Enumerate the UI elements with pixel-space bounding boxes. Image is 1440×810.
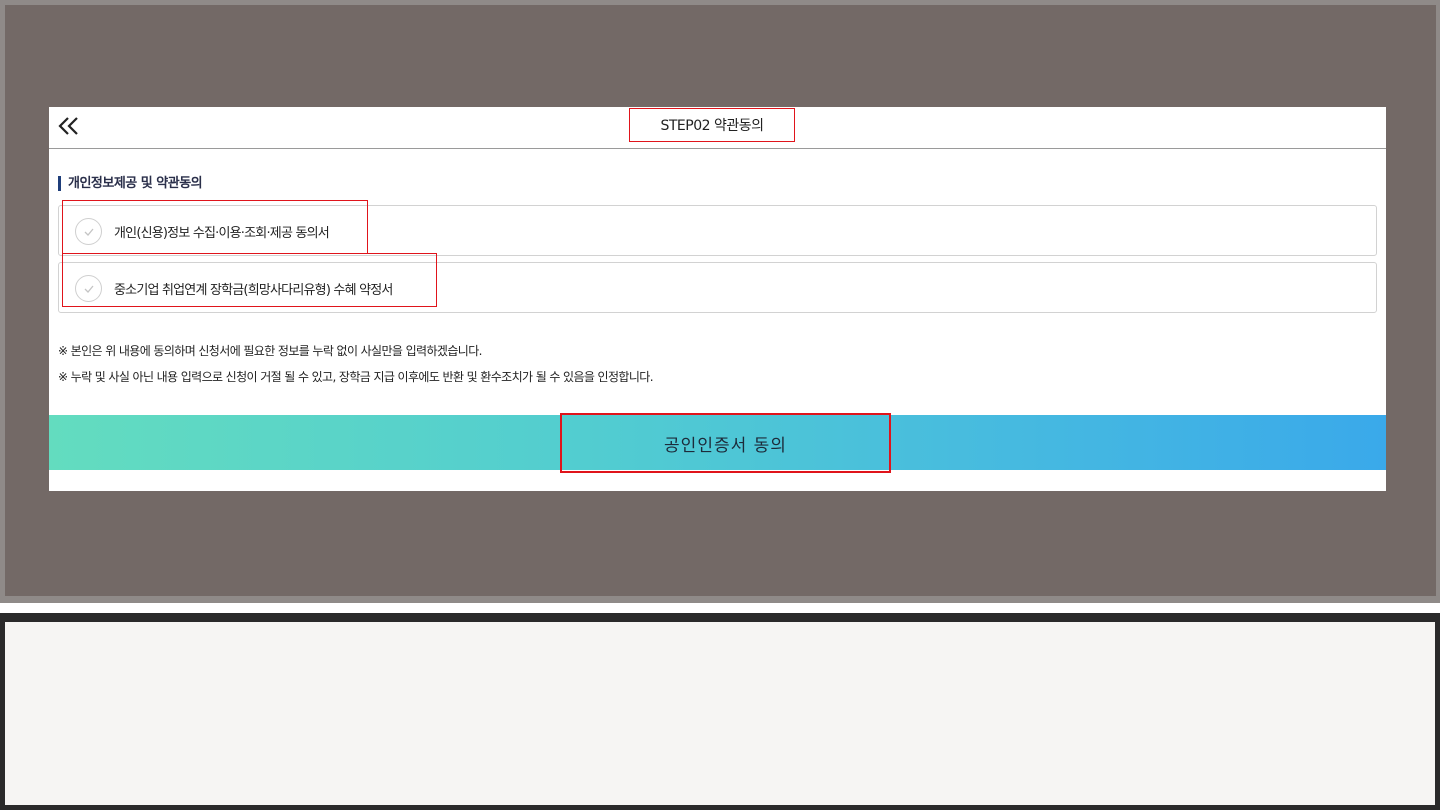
notice-line: ※ 본인은 위 내용에 동의하며 신청서에 필요한 정보를 누락 없이 사실만을… bbox=[58, 344, 482, 358]
agreement-label: 중소기업 취업연계 장학금(희망사다리유형) 수혜 약정서 bbox=[114, 283, 393, 298]
page-title: STEP02 약관동의 bbox=[629, 108, 795, 142]
double-chevron-left-icon[interactable] bbox=[57, 115, 81, 137]
checkmark-icon[interactable] bbox=[75, 218, 102, 245]
dialog-header: STEP02 약관동의 bbox=[49, 107, 1386, 149]
notice-line: ※ 누락 및 사실 아닌 내용 입력으로 신청이 거절 될 수 있고, 장학금 … bbox=[58, 370, 654, 384]
agreement-item-personal-info[interactable]: 개인(신용)정보 수집·이용·조회·제공 동의서 bbox=[58, 205, 1377, 256]
bottom-panel-content bbox=[5, 622, 1435, 805]
agree-bar: 공인인증서 동의 bbox=[49, 413, 1386, 473]
bottom-panel bbox=[0, 613, 1440, 810]
section-title: 개인정보제공 및 약관동의 bbox=[58, 176, 203, 191]
certificate-agree-button[interactable]: 공인인증서 동의 bbox=[560, 413, 891, 473]
terms-dialog: STEP02 약관동의 개인정보제공 및 약관동의 개인(신용)정보 수집·이용… bbox=[49, 107, 1386, 491]
notice-text: ※ 본인은 위 내용에 동의하며 신청서에 필요한 정보를 누락 없이 사실만을… bbox=[58, 341, 654, 393]
agreement-label: 개인(신용)정보 수집·이용·조회·제공 동의서 bbox=[114, 226, 330, 241]
checkmark-icon[interactable] bbox=[75, 275, 102, 302]
agreement-item-scholarship[interactable]: 중소기업 취업연계 장학금(희망사다리유형) 수혜 약정서 bbox=[58, 262, 1377, 313]
